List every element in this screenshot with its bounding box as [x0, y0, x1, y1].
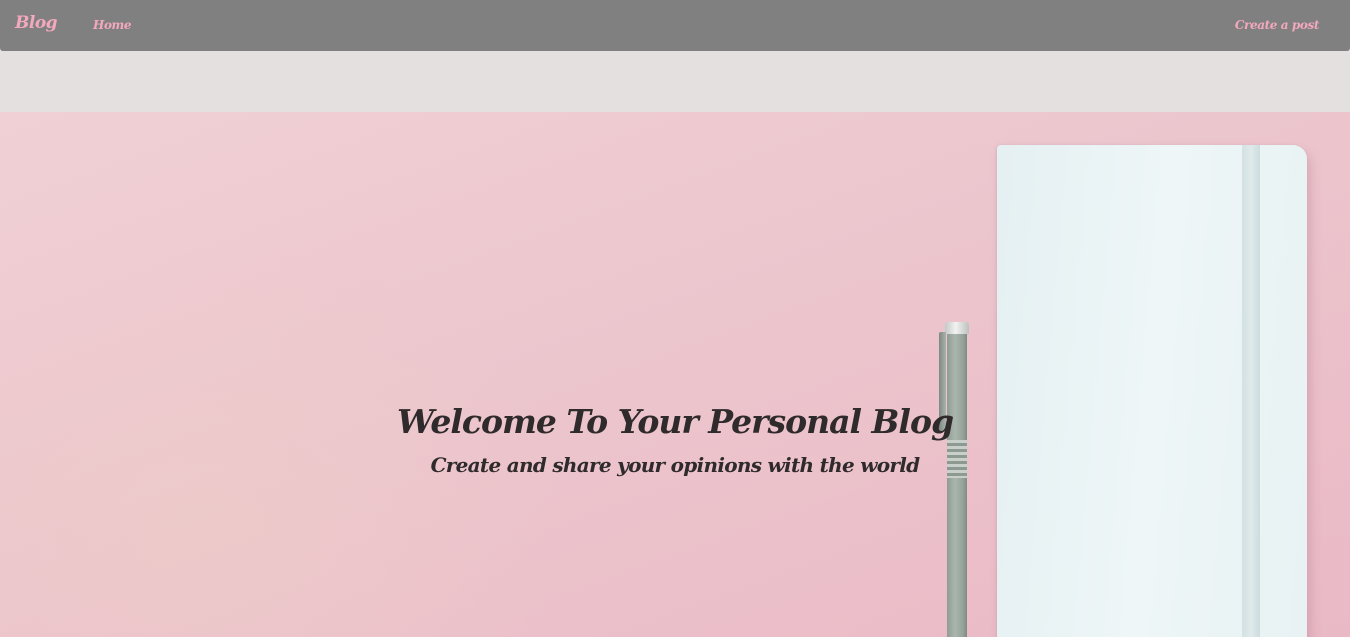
- brand-logo-link[interactable]: Blog: [15, 13, 58, 33]
- hero-title: Welcome To Your Personal Blog: [396, 402, 954, 441]
- nav-create-post-link[interactable]: Create a post: [1235, 18, 1319, 32]
- hero-banner: Welcome To Your Personal Blog Create and…: [0, 112, 1350, 637]
- notebook-elastic-band: [1242, 145, 1260, 637]
- nav-home-link[interactable]: Home: [93, 18, 131, 32]
- pen-cap: [945, 322, 969, 334]
- hero-text-block: Welcome To Your Personal Blog Create and…: [0, 394, 1350, 480]
- notebook-illustration: [997, 145, 1307, 637]
- header-spacer: [0, 51, 1350, 112]
- top-navbar: Blog Home Create a post: [0, 0, 1350, 51]
- hero-subtitle: Create and share your opinions with the …: [430, 453, 921, 477]
